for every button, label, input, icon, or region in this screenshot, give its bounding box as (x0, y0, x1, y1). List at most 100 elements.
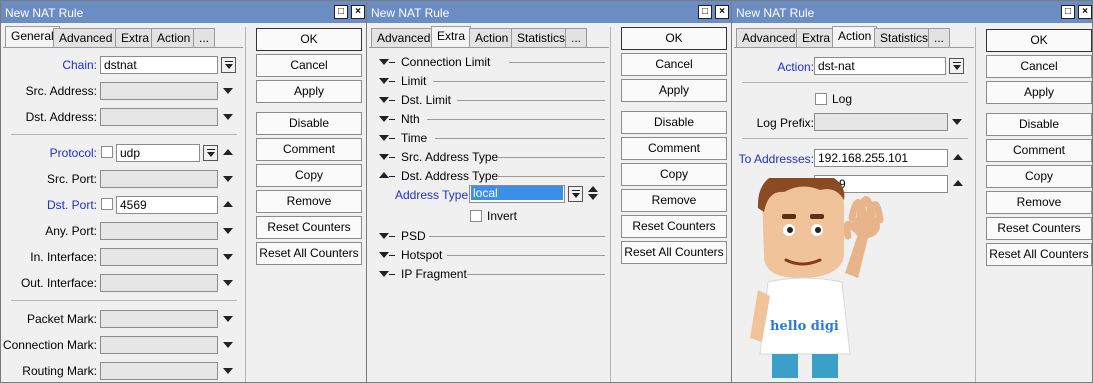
section-nth[interactable]: Nth (373, 111, 605, 127)
ok-button[interactable]: OK (621, 27, 727, 50)
section-hotspot[interactable]: Hotspot (373, 247, 605, 263)
apply-button[interactable]: Apply (256, 80, 362, 103)
invert-checkbox[interactable] (470, 210, 482, 222)
protocol-field[interactable]: udp (116, 144, 200, 162)
tab-statistics[interactable]: Statistics (874, 28, 935, 48)
reset-counters-button[interactable]: Reset Counters (621, 215, 727, 238)
protocol-dropdown-icon[interactable] (203, 145, 218, 161)
disable-button[interactable]: Disable (986, 113, 1092, 136)
address-type-up-icon[interactable] (588, 186, 598, 192)
any-port-expand-icon[interactable] (223, 228, 233, 234)
dst-address-field[interactable] (100, 108, 218, 126)
tab-action[interactable]: Action (151, 28, 197, 48)
protocol-negate-checkbox[interactable] (101, 146, 113, 158)
tab-advanced[interactable]: Advanced (53, 28, 119, 48)
log-prefix-field[interactable] (814, 113, 948, 131)
tab-action[interactable]: Action (832, 26, 878, 48)
out-interface-expand-icon[interactable] (223, 280, 233, 286)
cancel-button[interactable]: Cancel (986, 55, 1092, 78)
section-dst-limit[interactable]: Dst. Limit (373, 92, 605, 108)
routing-mark-expand-icon[interactable] (223, 368, 233, 374)
section-limit[interactable]: Limit (373, 73, 605, 89)
section-label: Connection Limit (401, 55, 491, 69)
to-ports-collapse-icon[interactable] (953, 180, 963, 186)
tab-extra[interactable]: Extra (115, 28, 156, 48)
ok-button[interactable]: OK (986, 29, 1092, 52)
tab-statistics[interactable]: Statistics (511, 28, 572, 48)
any-port-field[interactable] (100, 222, 218, 240)
src-address-field[interactable] (100, 82, 218, 100)
comment-button[interactable]: Comment (986, 139, 1092, 162)
dst-port-collapse-icon[interactable] (223, 201, 233, 207)
section-connection-limit[interactable]: Connection Limit (373, 54, 605, 70)
cancel-button[interactable]: Cancel (621, 53, 727, 76)
section-time[interactable]: Time (373, 130, 605, 146)
copy-button[interactable]: Copy (621, 163, 727, 186)
action-dropdown-icon[interactable] (949, 58, 964, 74)
disable-button[interactable]: Disable (621, 111, 727, 134)
section-dst-address-type[interactable]: Dst. Address Type (373, 168, 605, 184)
reset-all-counters-button[interactable]: Reset All Counters (256, 242, 362, 265)
dst-port-negate-checkbox[interactable] (101, 198, 113, 210)
section-src-address-type[interactable]: Src. Address Type (373, 149, 605, 165)
section-ip-fragment[interactable]: IP Fragment (373, 266, 605, 282)
out-interface-field[interactable] (100, 274, 218, 292)
address-type-down-icon[interactable] (588, 194, 598, 200)
protocol-collapse-icon[interactable] (223, 149, 233, 155)
comment-button[interactable]: Comment (621, 137, 727, 160)
tab-advanced[interactable]: Advanced (371, 28, 437, 48)
connection-mark-expand-icon[interactable] (223, 342, 233, 348)
tab-more[interactable]: ... (928, 28, 951, 48)
tab-extra[interactable]: Extra (431, 26, 472, 48)
address-type-dropdown-icon[interactable] (568, 186, 583, 202)
mascot-arm-icon (843, 196, 884, 278)
reset-counters-button[interactable]: Reset Counters (986, 217, 1092, 240)
copy-button[interactable]: Copy (986, 165, 1092, 188)
connection-mark-field[interactable] (100, 336, 218, 354)
tab-extra[interactable]: Extra (796, 28, 837, 48)
log-prefix-expand-icon[interactable] (952, 119, 962, 125)
src-port-field[interactable] (100, 170, 218, 188)
reset-all-counters-button[interactable]: Reset All Counters (986, 243, 1092, 266)
src-address-expand-icon[interactable] (223, 88, 233, 94)
dst-address-expand-icon[interactable] (223, 114, 233, 120)
ok-button[interactable]: OK (256, 28, 362, 51)
section-psd[interactable]: PSD (373, 228, 605, 244)
maximize-icon[interactable]: □ (1061, 5, 1075, 19)
log-checkbox[interactable] (815, 93, 827, 105)
cancel-button[interactable]: Cancel (256, 54, 362, 77)
routing-mark-field[interactable] (100, 362, 218, 380)
reset-all-counters-button[interactable]: Reset All Counters (621, 241, 727, 264)
to-addresses-collapse-icon[interactable] (953, 154, 963, 160)
packet-mark-expand-icon[interactable] (223, 316, 233, 322)
tab-advanced[interactable]: Advanced (736, 28, 802, 48)
tab-more[interactable]: ... (193, 28, 216, 48)
action-field[interactable]: dst-nat (814, 57, 946, 75)
maximize-icon[interactable]: □ (698, 5, 712, 19)
close-icon[interactable]: × (1078, 5, 1092, 19)
tab-more[interactable]: ... (565, 28, 588, 48)
remove-button[interactable]: Remove (621, 189, 727, 212)
comment-button[interactable]: Comment (256, 138, 362, 161)
apply-button[interactable]: Apply (986, 81, 1092, 104)
to-addresses-field[interactable]: 192.168.255.101 (814, 149, 948, 167)
copy-button[interactable]: Copy (256, 164, 362, 187)
in-interface-field[interactable] (100, 248, 218, 266)
maximize-icon[interactable]: □ (334, 5, 348, 19)
close-icon[interactable]: × (351, 5, 365, 19)
dst-port-field[interactable]: 4569 (116, 196, 218, 214)
chain-dropdown-icon[interactable] (221, 57, 236, 73)
tab-general[interactable]: General (5, 26, 60, 48)
reset-counters-button[interactable]: Reset Counters (256, 216, 362, 239)
packet-mark-field[interactable] (100, 310, 218, 328)
tab-action[interactable]: Action (469, 28, 515, 48)
remove-button[interactable]: Remove (256, 190, 362, 213)
src-port-expand-icon[interactable] (223, 176, 233, 182)
address-type-field[interactable]: local (469, 185, 565, 203)
chain-field[interactable]: dstnat (100, 56, 218, 74)
close-icon[interactable]: × (715, 5, 729, 19)
remove-button[interactable]: Remove (986, 191, 1092, 214)
disable-button[interactable]: Disable (256, 112, 362, 135)
in-interface-expand-icon[interactable] (223, 254, 233, 260)
apply-button[interactable]: Apply (621, 79, 727, 102)
